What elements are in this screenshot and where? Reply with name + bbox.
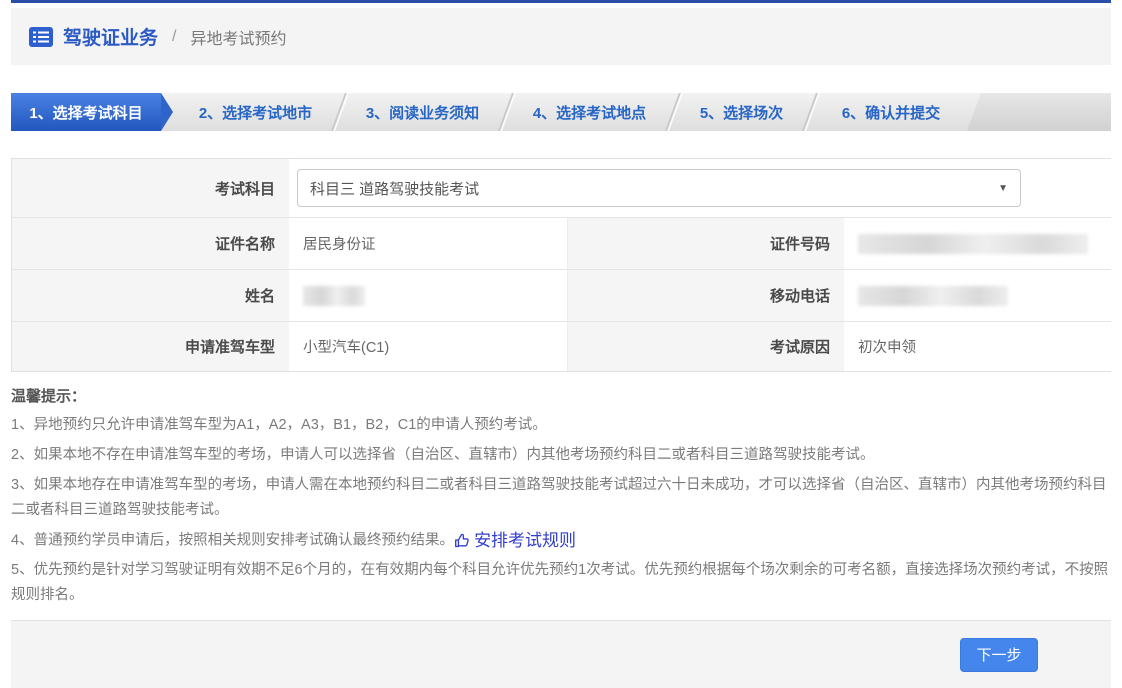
id-number-value bbox=[844, 217, 1111, 269]
id-number-label: 证件号码 bbox=[567, 217, 844, 269]
exam-subject-cell: 科目三 道路驾驶技能考试 ▼ bbox=[289, 159, 1111, 217]
redacted-id-number bbox=[858, 234, 1088, 254]
step-progress-bar: 1、选择考试科目 2、选择考试地市 3、阅读业务须知 4、选择考试地点 5、选择… bbox=[11, 93, 1111, 131]
vehicle-type-label: 申请准驾车型 bbox=[12, 321, 289, 371]
exam-subject-selected-value: 科目三 道路驾驶技能考试 bbox=[310, 178, 479, 199]
step-tab-5-session[interactable]: 5、选择场次 bbox=[674, 93, 809, 131]
active-step-arrow bbox=[161, 93, 173, 131]
next-step-button[interactable]: 下一步 bbox=[960, 638, 1038, 672]
step-tab-1-exam-subject[interactable]: 1、选择考试科目 bbox=[11, 93, 161, 131]
step-tab-label: 3、阅读业务须知 bbox=[366, 102, 479, 123]
exam-subject-label: 考试科目 bbox=[12, 159, 289, 217]
tip-item-1: 1、异地预约只允许申请准驾车型为A1，A2，A3，B1，B2，C1的申请人预约考… bbox=[11, 413, 1111, 438]
exam-reason-label: 考试原因 bbox=[567, 321, 844, 371]
tip-item-4: 4、普通预约学员申请后，按照相关规则安排考试确认最终预约结果。 安排考试规则 bbox=[11, 528, 1111, 553]
tip-item-4-text: 4、普通预约学员申请后，按照相关规则安排考试确认最终预约结果。 bbox=[11, 532, 454, 548]
step-tab-3-read-notice[interactable]: 3、阅读业务须知 bbox=[340, 93, 505, 131]
vehicle-type-value: 小型汽车(C1) bbox=[289, 321, 567, 371]
top-accent-line bbox=[11, 0, 1111, 3]
breadcrumb-root-drivers-license[interactable]: 驾驶证业务 bbox=[63, 23, 158, 50]
step-bar-end-cap bbox=[967, 93, 1111, 131]
step-tab-label: 1、选择考试科目 bbox=[29, 102, 142, 123]
exam-rules-link[interactable]: 安排考试规则 bbox=[454, 528, 576, 553]
breadcrumb-current-page: 异地考试预约 bbox=[190, 25, 286, 49]
breadcrumb-separator: / bbox=[172, 28, 176, 46]
exam-subject-select[interactable]: 科目三 道路驾驶技能考试 ▼ bbox=[297, 169, 1021, 207]
name-label: 姓名 bbox=[12, 269, 289, 321]
phone-value bbox=[844, 269, 1111, 321]
step-tab-label: 2、选择考试地市 bbox=[199, 102, 312, 123]
chevron-down-icon: ▼ bbox=[998, 183, 1008, 194]
page-header: 驾驶证业务 / 异地考试预约 bbox=[11, 8, 1111, 65]
step-tab-label: 5、选择场次 bbox=[700, 102, 783, 123]
tip-item-2: 2、如果本地不存在申请准驾车型的考场，申请人可以选择省（自治区、直辖市）内其他考… bbox=[11, 443, 1111, 468]
tips-section: 温馨提示： 1、异地预约只允许申请准驾车型为A1，A2，A3，B1，B2，C1的… bbox=[11, 386, 1111, 608]
name-value bbox=[289, 269, 567, 321]
thumb-up-icon bbox=[454, 532, 471, 549]
id-type-label: 证件名称 bbox=[12, 217, 289, 269]
tip-item-3: 3、如果本地存在申请准驾车型的考场，申请人需在本地预约科目二或者科目三道路驾驶技… bbox=[11, 473, 1111, 523]
applicant-info-table: 考试科目 科目三 道路驾驶技能考试 ▼ 证件名称 居民身份证 证件号码 姓名 移… bbox=[11, 158, 1111, 372]
step-tab-6-confirm-submit[interactable]: 6、确认并提交 bbox=[811, 93, 971, 131]
step-tab-2-exam-city[interactable]: 2、选择考试地市 bbox=[173, 93, 338, 131]
redacted-name bbox=[303, 286, 365, 306]
tip-item-5: 5、优先预约是针对学习驾驶证明有效期不足6个月的，在有效期内每个科目允许优先预约… bbox=[11, 558, 1111, 608]
step-tab-4-exam-site[interactable]: 4、选择考试地点 bbox=[507, 93, 672, 131]
id-type-value: 居民身份证 bbox=[289, 217, 567, 269]
step-tab-label: 6、确认并提交 bbox=[842, 102, 940, 123]
phone-label: 移动电话 bbox=[567, 269, 844, 321]
exam-rules-link-label: 安排考试规则 bbox=[474, 528, 576, 553]
tips-title: 温馨提示： bbox=[11, 386, 1111, 408]
footer-action-bar: 下一步 bbox=[11, 620, 1111, 688]
redacted-phone bbox=[858, 286, 1008, 306]
exam-reason-value: 初次申领 bbox=[844, 321, 1111, 371]
step-tab-label: 4、选择考试地点 bbox=[533, 102, 646, 123]
drivers-license-menu-icon bbox=[29, 27, 53, 47]
